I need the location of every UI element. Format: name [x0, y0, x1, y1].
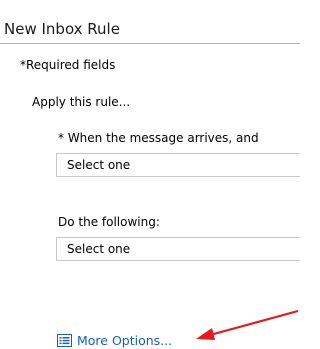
action-select-value: Select one	[67, 242, 131, 256]
more-options-label: More Options...	[77, 332, 173, 348]
title-divider	[0, 43, 300, 44]
page-title: New Inbox Rule	[4, 20, 120, 38]
action-label: Do the following:	[58, 215, 160, 229]
condition-select-value: Select one	[67, 158, 131, 172]
list-options-icon	[57, 333, 72, 347]
condition-label: * When the message arrives, and	[58, 131, 259, 145]
required-fields-note: *Required fields	[20, 58, 116, 72]
more-options-link[interactable]: More Options...	[57, 332, 172, 348]
condition-select[interactable]: Select one	[56, 153, 300, 177]
apply-rule-heading: Apply this rule...	[32, 95, 131, 109]
new-inbox-rule-pane: New Inbox Rule *Required fields Apply th…	[0, 0, 300, 349]
action-select[interactable]: Select one	[56, 237, 300, 261]
